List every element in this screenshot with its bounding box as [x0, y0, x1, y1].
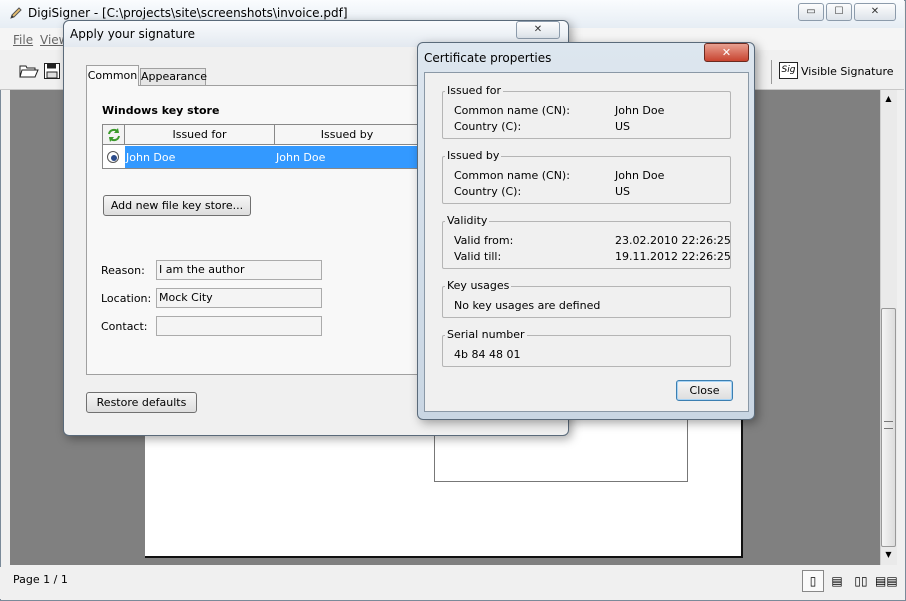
- row-issued-by: John Doe: [276, 151, 326, 164]
- open-folder-icon[interactable]: [19, 62, 39, 80]
- serial-number-value: 4b 84 48 01: [454, 348, 521, 361]
- apply-dialog-title: Apply your signature: [70, 27, 196, 41]
- window-title: DigiSigner - [C:\projects\site\screensho…: [28, 6, 348, 20]
- reason-label: Reason:: [101, 264, 145, 277]
- key-usages-value: No key usages are defined: [454, 299, 601, 312]
- save-icon[interactable]: [43, 62, 61, 80]
- close-button[interactable]: ✕: [854, 3, 896, 21]
- maximize-button[interactable]: ☐: [826, 3, 852, 21]
- page-indicator: Page 1 / 1: [13, 573, 68, 586]
- issued-by-cn-value: John Doe: [615, 169, 665, 182]
- header-issued-for[interactable]: Issued for: [125, 125, 275, 145]
- reason-input[interactable]: I am the author: [156, 260, 322, 280]
- issued-for-cn-label: Common name (CN):: [454, 104, 570, 117]
- scroll-down-icon[interactable]: ▼: [881, 550, 896, 562]
- cert-dialog-close-button[interactable]: ✕: [704, 43, 749, 62]
- row-issued-for: John Doe: [126, 151, 176, 164]
- contact-input[interactable]: [156, 316, 322, 336]
- key-usages-legend: Key usages: [445, 279, 512, 292]
- location-label: Location:: [101, 292, 152, 305]
- serial-number-legend: Serial number: [445, 328, 527, 341]
- apply-dialog-close-button[interactable]: ✕: [516, 21, 560, 39]
- continuous-facing-view-icon[interactable]: ▤▤: [874, 570, 898, 592]
- restore-defaults-button[interactable]: Restore defaults: [86, 392, 197, 413]
- header-issued-by[interactable]: Issued by: [275, 125, 419, 145]
- tab-common[interactable]: Common: [86, 65, 139, 86]
- row-radio-selected[interactable]: [107, 151, 119, 163]
- valid-till-label: Valid till:: [454, 250, 502, 263]
- cert-dialog-title: Certificate properties: [424, 51, 552, 65]
- single-page-view-icon[interactable]: ▯: [802, 570, 824, 592]
- key-store-heading: Windows key store: [102, 104, 220, 117]
- contact-label: Contact:: [101, 320, 148, 333]
- validity-legend: Validity: [445, 214, 490, 227]
- issued-by-legend: Issued by: [445, 149, 502, 162]
- issued-by-cn-label: Common name (CN):: [454, 169, 570, 182]
- facing-view-icon[interactable]: ▯▯: [850, 570, 872, 592]
- valid-from-value: 23.02.2010 22:26:25: [615, 234, 731, 247]
- close-certificate-button[interactable]: Close: [676, 380, 733, 401]
- issued-for-country-value: US: [615, 120, 631, 133]
- tab-appearance[interactable]: Appearance: [140, 68, 207, 85]
- scroll-grip-icon: [884, 421, 893, 429]
- continuous-view-icon[interactable]: ▤: [826, 570, 848, 592]
- issued-by-country-label: Country (C):: [454, 185, 522, 198]
- valid-from-label: Valid from:: [454, 234, 514, 247]
- location-input[interactable]: Mock City: [156, 288, 322, 308]
- visible-signature-label: Visible Signature: [801, 65, 894, 78]
- issued-for-legend: Issued for: [445, 84, 504, 97]
- scroll-up-icon[interactable]: ▲: [881, 94, 896, 106]
- valid-till-value: 19.11.2012 22:26:25: [615, 250, 731, 263]
- signature-icon: Sig: [779, 62, 798, 79]
- menu-file[interactable]: File: [13, 33, 33, 47]
- issued-for-country-label: Country (C):: [454, 120, 522, 133]
- app-pen-icon: [9, 6, 23, 20]
- add-key-store-button[interactable]: Add new file key store...: [103, 195, 251, 216]
- issued-by-country-value: US: [615, 185, 631, 198]
- statusbar: [0, 567, 904, 599]
- issued-for-cn-value: John Doe: [615, 104, 665, 117]
- refresh-icon[interactable]: [103, 125, 125, 145]
- minimize-button[interactable]: ▭: [798, 3, 824, 21]
